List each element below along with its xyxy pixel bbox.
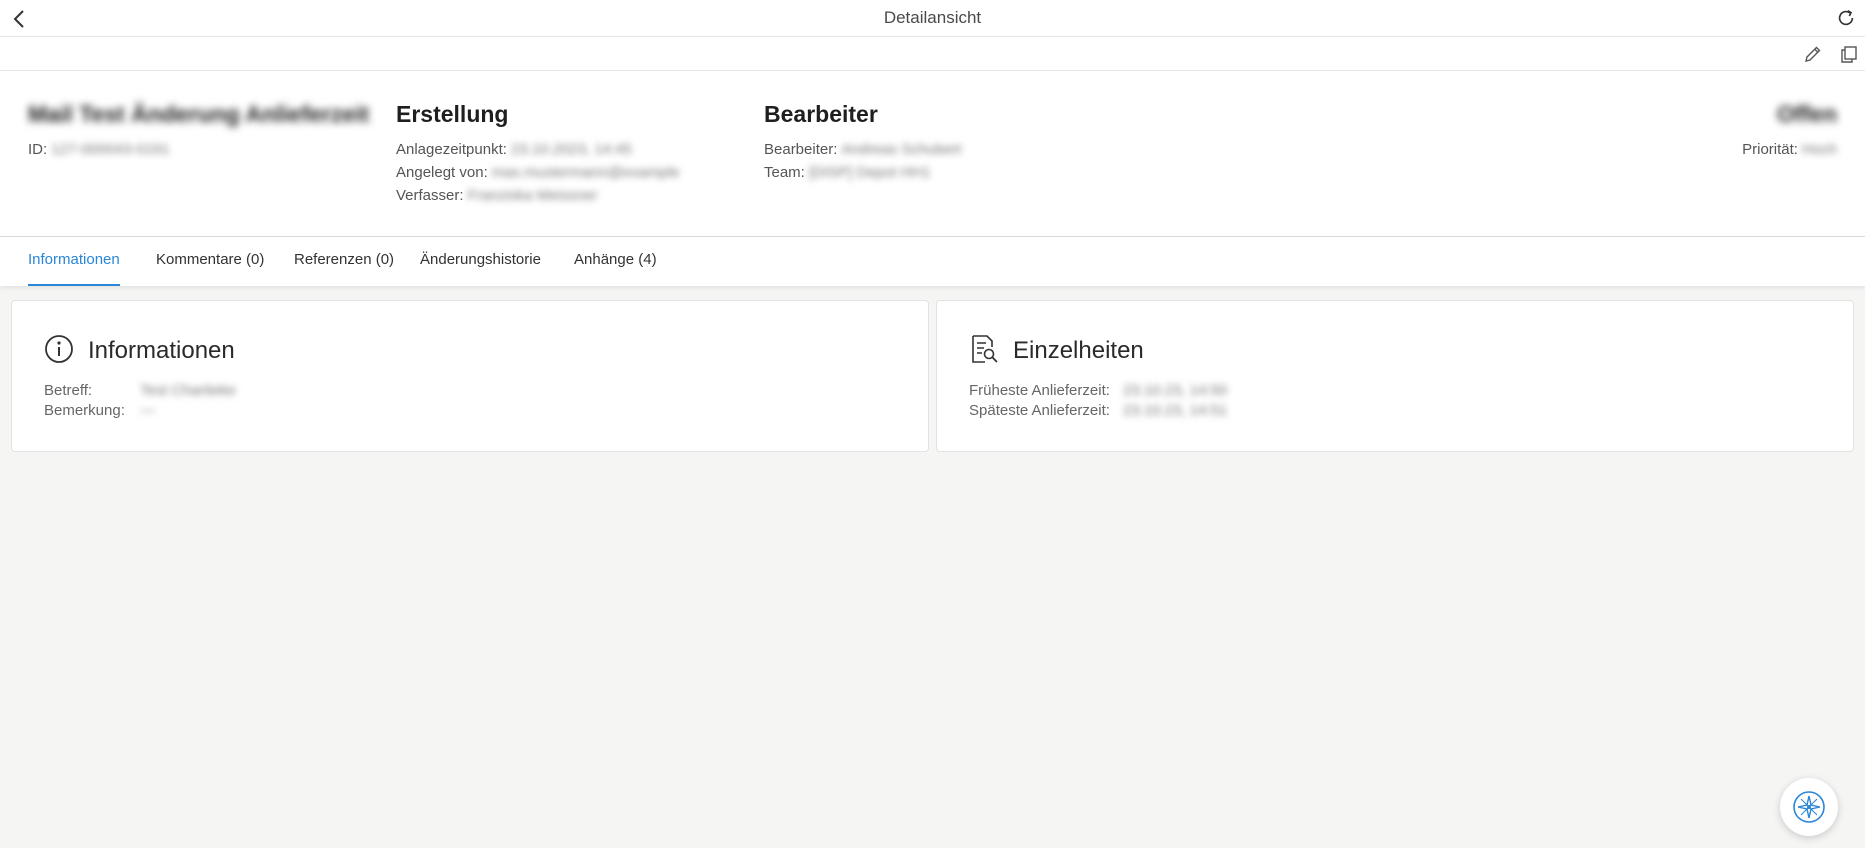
- latest-delivery-value: 23.10.23, 14:51: [1123, 402, 1228, 419]
- created-at-value: 23.10.2023, 14:45: [510, 141, 632, 158]
- page-title: Detailansicht: [883, 8, 982, 27]
- refresh-icon[interactable]: [1835, 7, 1857, 29]
- tab-anhaenge[interactable]: Anhänge (4): [574, 251, 657, 286]
- document-search-icon: [972, 335, 998, 363]
- tab-informationen[interactable]: Informationen: [28, 251, 120, 286]
- status-badge: Offen: [1776, 101, 1837, 127]
- tab-aenderungshistorie[interactable]: Änderungshistorie: [420, 251, 541, 286]
- created-by-label: Angelegt von:: [396, 164, 488, 181]
- created-at-row: Anlagezeitpunkt: 23.10.2023, 14:45: [396, 138, 680, 161]
- record-id-label: ID:: [28, 141, 48, 158]
- subject-value: Test Chariteke: [140, 382, 236, 399]
- tab-referenzen[interactable]: Referenzen (0): [294, 251, 394, 286]
- assignee-value: Andreas Schubert: [841, 141, 962, 158]
- earliest-delivery-label: Früheste Anlieferzeit:: [969, 382, 1110, 399]
- info-circle-icon: [45, 335, 73, 363]
- record-id-row: ID: 127-000043-0191: [28, 138, 369, 161]
- assignee-heading: Bearbeiter: [764, 101, 878, 127]
- latest-delivery-row: Späteste Anlieferzeit: 23.10.23, 14:51: [969, 401, 1227, 421]
- priority-value: Hoch: [1801, 141, 1837, 158]
- subject-label: Betreff:: [44, 382, 93, 399]
- author-row: Verfasser: Franziska Meissner: [396, 184, 680, 207]
- team-row: Team: [DISP] Depot HH1: [764, 161, 961, 184]
- created-by-row: Angelegt von: max.mustermann@example: [396, 161, 680, 184]
- info-fields: Betreff: Test Chariteke Bemerkung: —: [44, 381, 236, 421]
- team-label: Team:: [764, 164, 805, 181]
- priority-row: Priorität: Hoch: [1742, 138, 1837, 161]
- compass-icon: [1793, 791, 1825, 823]
- pencil-icon[interactable]: [1803, 44, 1823, 64]
- record-title: Mail Test Änderung Anlieferzeit: [28, 101, 370, 127]
- remark-value: —: [140, 402, 155, 419]
- assignee-label: Bearbeiter:: [764, 141, 838, 158]
- author-label: Verfasser:: [396, 187, 464, 204]
- earliest-delivery-row: Früheste Anlieferzeit: 23.10.23, 14:50: [969, 381, 1227, 401]
- priority-label: Priorität:: [1742, 141, 1798, 158]
- info-card: Informationen Betreff: Test Chariteke Bem…: [11, 300, 929, 452]
- copy-icon[interactable]: [1839, 44, 1859, 64]
- record-id-value: 127-000043-0191: [51, 141, 170, 158]
- record-summary: Mail Test Änderung Anlieferzeit ID: 127-0…: [28, 101, 369, 161]
- assignee-row: Bearbeiter: Andreas Schubert: [764, 138, 961, 161]
- details-card: Einzelheiten Früheste Anlieferzeit: 23.10…: [936, 300, 1854, 452]
- status-section: Offen Priorität: Hoch: [1742, 101, 1837, 161]
- record-header: Mail Test Änderung Anlieferzeit ID: 127-0…: [0, 71, 1865, 237]
- created-at-label: Anlagezeitpunkt:: [396, 141, 507, 158]
- author-value: Franziska Meissner: [467, 187, 598, 204]
- top-bar: Detailansicht: [0, 0, 1865, 37]
- details-fields: Früheste Anlieferzeit: 23.10.23, 14:50 Sp…: [969, 381, 1227, 421]
- creation-heading: Erstellung: [396, 101, 509, 127]
- created-by-value: max.mustermann@example: [491, 164, 680, 181]
- assistant-fab[interactable]: [1780, 778, 1838, 836]
- latest-delivery-label: Späteste Anlieferzeit:: [969, 402, 1110, 419]
- team-value: [DISP] Depot HH1: [808, 164, 931, 181]
- tab-bar: Informationen Kommentare (0) Referenzen …: [0, 237, 1865, 286]
- info-card-title: Informationen: [88, 337, 235, 364]
- creation-section: Erstellung Anlagezeitpunkt: 23.10.2023, 1…: [396, 101, 680, 207]
- assignee-section: Bearbeiter Bearbeiter: Andreas Schubert T…: [764, 101, 961, 184]
- remark-row: Bemerkung: —: [44, 401, 236, 421]
- tab-kommentare[interactable]: Kommentare (0): [156, 251, 264, 286]
- subject-row: Betreff: Test Chariteke: [44, 381, 236, 401]
- details-card-title: Einzelheiten: [1013, 337, 1144, 364]
- remark-label: Bemerkung:: [44, 402, 125, 419]
- action-toolbar: [0, 37, 1865, 71]
- earliest-delivery-value: 23.10.23, 14:50: [1123, 382, 1228, 399]
